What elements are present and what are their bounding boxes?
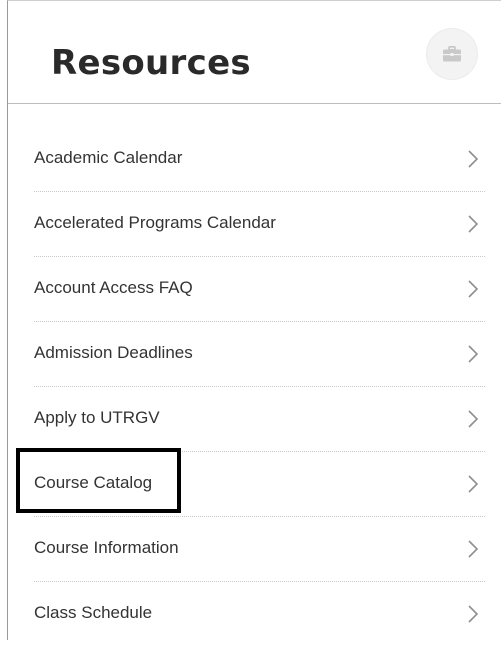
- chevron-right-icon: [468, 215, 479, 233]
- list-item-accelerated-programs-calendar[interactable]: Accelerated Programs Calendar: [34, 192, 485, 257]
- resources-list: Academic Calendar Accelerated Programs C…: [8, 127, 501, 647]
- list-item-account-access-faq[interactable]: Account Access FAQ: [34, 257, 485, 322]
- list-item-apply-to-utrgv[interactable]: Apply to UTRGV: [34, 387, 485, 452]
- chevron-right-icon: [468, 540, 479, 558]
- chevron-right-icon: [468, 410, 479, 428]
- chevron-right-icon: [468, 150, 479, 168]
- list-item-academic-calendar[interactable]: Academic Calendar: [34, 127, 485, 192]
- chevron-right-icon: [468, 605, 479, 623]
- list-item-course-catalog[interactable]: Course Catalog: [34, 452, 485, 517]
- list-item-label: Class Schedule: [34, 603, 153, 622]
- list-item-class-schedule[interactable]: Class Schedule: [34, 582, 485, 647]
- list-item-label: Academic Calendar: [34, 148, 183, 167]
- briefcase-icon: [443, 46, 461, 62]
- list-item-label: Accelerated Programs Calendar: [34, 213, 276, 232]
- resources-panel: Resources Academic Calendar Accelerated …: [7, 0, 501, 640]
- chevron-right-icon: [468, 475, 479, 493]
- page-title: Resources: [51, 43, 251, 83]
- list-item-label: Apply to UTRGV: [34, 408, 160, 427]
- chevron-right-icon: [468, 345, 479, 363]
- briefcase-button[interactable]: [426, 28, 478, 80]
- list-item-label: Admission Deadlines: [34, 343, 193, 362]
- list-item-label: Course Catalog: [34, 473, 153, 492]
- chevron-right-icon: [468, 280, 479, 298]
- list-item-admission-deadlines[interactable]: Admission Deadlines: [34, 322, 485, 387]
- list-item-label: Course Information: [34, 538, 179, 557]
- list-item-course-information[interactable]: Course Information: [34, 517, 485, 582]
- resources-header: Resources: [8, 1, 501, 104]
- list-item-label: Account Access FAQ: [34, 278, 193, 297]
